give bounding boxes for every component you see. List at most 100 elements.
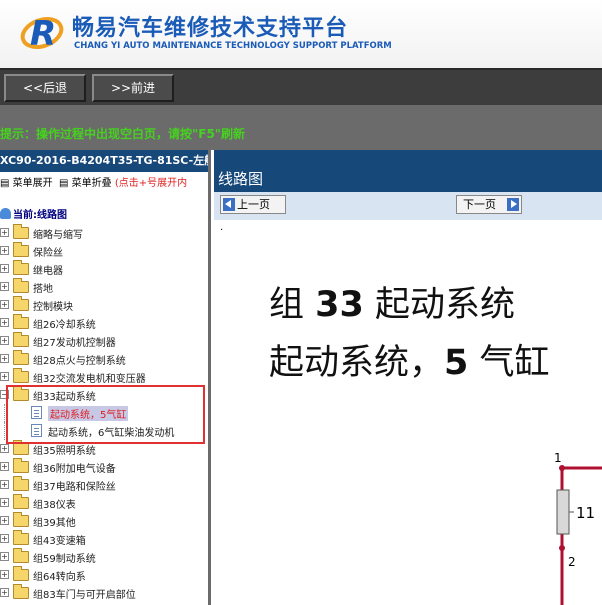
tree-node-label[interactable]: 组59制动系统	[33, 550, 96, 565]
nav-bar: <<后退 >>前进	[0, 68, 602, 105]
tree-node[interactable]: + 组26冷却系统	[0, 314, 208, 332]
tree-node[interactable]: + 组38仪表	[0, 494, 208, 512]
heading-prefix: 组	[269, 285, 305, 325]
expand-icon[interactable]: +	[0, 498, 9, 507]
folder-icon	[13, 242, 29, 257]
collapse-icon[interactable]: −	[0, 390, 9, 399]
tree-node[interactable]: + 缩略与缩写	[0, 224, 208, 242]
tree-node-label[interactable]: 搭地	[33, 280, 53, 295]
menu-expand-link[interactable]: 菜单展开	[13, 178, 53, 189]
tree-node[interactable]: + 组32交流发电机和变压器	[0, 368, 208, 386]
tree-node-label[interactable]: 继电器	[33, 262, 63, 277]
tree-node-label[interactable]: 组38仪表	[33, 496, 76, 511]
tree-node[interactable]: + 保险丝	[0, 242, 208, 260]
back-button[interactable]: <<后退	[4, 74, 86, 102]
prev-page-button[interactable]: 上一页	[220, 195, 286, 214]
expand-icon[interactable]: +	[0, 354, 9, 363]
tree-node[interactable]: + 组35照明系统	[0, 440, 208, 458]
folder-icon	[13, 368, 29, 383]
tree-node-label[interactable]: 组28点火与控制系统	[33, 352, 126, 367]
arrow-right-icon	[507, 198, 519, 211]
tree-node-label[interactable]: 控制模块	[33, 298, 73, 313]
folder-icon	[13, 530, 29, 545]
forward-button[interactable]: >>前进	[92, 74, 174, 102]
tree-node[interactable]: + 控制模块	[0, 296, 208, 314]
current-label: 当前:线路图	[13, 210, 67, 221]
menu-hint: (点击+号展开内	[114, 178, 188, 189]
expand-icon[interactable]: +	[0, 372, 9, 381]
folder-icon	[13, 278, 29, 293]
tree-node-label[interactable]: 组39其他	[33, 514, 76, 529]
expand-icon[interactable]: +	[0, 264, 9, 273]
expand-icon[interactable]: +	[0, 300, 9, 309]
folder-icon	[13, 260, 29, 275]
expand-icon[interactable]: +	[0, 462, 9, 471]
expand-icon[interactable]: +	[0, 534, 9, 543]
tree-node-label[interactable]: 保险丝	[33, 244, 63, 259]
arrow-left-icon	[223, 198, 235, 211]
tree-node[interactable]: + 组64转向系	[0, 566, 208, 584]
tree-node[interactable]: + 组37电路和保险丝	[0, 476, 208, 494]
tree-node-label[interactable]: 组35照明系统	[33, 442, 96, 457]
pin-1-label: 1	[554, 451, 562, 465]
tree-node[interactable]: + 组28点火与控制系统	[0, 350, 208, 368]
document-title: XC90-2016-B4204T35-TG-81SC-左舵	[0, 150, 208, 172]
expand-icon[interactable]: +	[0, 552, 9, 561]
tree-child[interactable]: 起动系统，5气缸	[0, 404, 208, 422]
tree-node-label[interactable]: 组27发动机控制器	[33, 334, 116, 349]
tree-child[interactable]: 起动系统，6气缸柴油发动机	[0, 422, 208, 440]
expand-icon[interactable]: +	[0, 282, 9, 291]
tree-node-label[interactable]: 组37电路和保险丝	[33, 478, 116, 493]
nav-tree: + 缩略与缩写 + 保险丝 + 继电器 + 搭地 + 控制模块 + 组26冷却系统 + 组27…	[0, 224, 208, 602]
menu-collapse-link[interactable]: 菜单折叠	[72, 178, 112, 189]
tree-node[interactable]: + 搭地	[0, 278, 208, 296]
view-title: 线路图	[218, 170, 264, 188]
expand-icon[interactable]: +	[0, 480, 9, 489]
prev-page-label: 上一页	[237, 198, 270, 211]
stray-dot: .	[220, 222, 224, 233]
tree-node[interactable]: + 继电器	[0, 260, 208, 278]
tree-node-label[interactable]: 组32交流发电机和变压器	[33, 370, 146, 385]
tree-node-label[interactable]: 组26冷却系统	[33, 316, 96, 331]
pin-2-label: 2	[568, 555, 576, 569]
tree-node-label[interactable]: 缩略与缩写	[33, 226, 83, 241]
tree-node-label[interactable]: 组36附加电气设备	[33, 460, 116, 475]
wiring-diagram: 1 11 2	[554, 451, 602, 605]
expand-icon[interactable]: +	[0, 570, 9, 579]
expand-icon[interactable]: +	[0, 516, 9, 525]
tree-node[interactable]: + 组43变速箱	[0, 530, 208, 548]
folder-icon	[13, 584, 29, 599]
tree-child-label-active[interactable]: 起动系统，5气缸	[48, 406, 129, 421]
tree-node-expanded[interactable]: − 组33起动系统	[0, 386, 208, 404]
folder-icon	[13, 458, 29, 473]
tree-node[interactable]: + 组39其他	[0, 512, 208, 530]
folder-icon	[13, 566, 29, 581]
tree-node-label[interactable]: 组83车门与可开启部位	[33, 586, 136, 601]
folder-icon	[13, 314, 29, 329]
tree-node[interactable]: + 组59制动系统	[0, 548, 208, 566]
tree-node[interactable]: + 组27发动机控制器	[0, 332, 208, 350]
component-label: 11	[576, 504, 595, 522]
expand-icon[interactable]: +	[0, 228, 9, 237]
expand-icon[interactable]: +	[0, 588, 9, 597]
tree-node-label[interactable]: 组33起动系统	[33, 388, 96, 403]
expand-icon[interactable]: +	[0, 246, 9, 255]
tree-node[interactable]: + 组83车门与可开启部位	[0, 584, 208, 602]
left-panel: XC90-2016-B4204T35-TG-81SC-左舵 ▤ 菜单展开 ▤ 菜…	[0, 150, 211, 605]
folder-icon	[13, 548, 29, 563]
expand-icon[interactable]: +	[0, 318, 9, 327]
pin-2-node	[559, 545, 565, 551]
pager-bar: 上一页 下一页	[214, 192, 602, 220]
tree-node-label[interactable]: 组64转向系	[33, 568, 86, 583]
tree-node[interactable]: + 组36附加电气设备	[0, 458, 208, 476]
view-title-bar: 线路图	[214, 150, 602, 192]
logo-icon: R	[20, 14, 64, 53]
tree-child-label[interactable]: 起动系统，6气缸柴油发动机	[48, 424, 174, 439]
next-page-button[interactable]: 下一页	[456, 195, 522, 214]
content-panel: 线路图 上一页 下一页 . 组 33 起动系统 起动系统，5 气缸 1 11 2	[214, 150, 602, 605]
tip-bar: 提示：操作过程中出现空白页，请按"F5"刷新	[0, 105, 602, 150]
tree-node-label[interactable]: 组43变速箱	[33, 532, 86, 547]
expand-icon[interactable]: +	[0, 336, 9, 345]
pin-1-node	[559, 465, 565, 471]
expand-icon[interactable]: +	[0, 444, 9, 453]
